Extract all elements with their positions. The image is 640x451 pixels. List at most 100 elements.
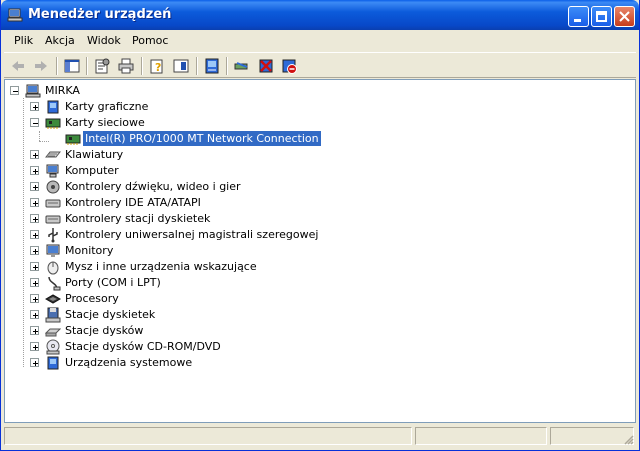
- menu-widok[interactable]: Widok: [87, 34, 121, 47]
- window-title: Menedżer urządzeń: [28, 7, 172, 22]
- usb-icon: [48, 228, 58, 243]
- collapse-toggle[interactable]: [10, 86, 19, 95]
- tree-item-klawiatury[interactable]: Klawiatury: [5, 147, 405, 163]
- expand-toggle[interactable]: [30, 182, 39, 191]
- disable-icon[interactable]: [280, 57, 298, 75]
- tree-item-intel-network[interactable]: Intel(R) PRO/1000 MT Network Connection: [5, 131, 405, 147]
- tree-item-porty[interactable]: Porty (COM i LPT): [5, 275, 405, 291]
- tree-item-kontrolery-stacji[interactable]: Kontrolery stacji dyskietek: [5, 211, 405, 227]
- tree-item-karty-graficzne[interactable]: Karty graficzne: [5, 99, 405, 115]
- processor-icon: [45, 294, 61, 304]
- status-pane-2: [415, 427, 547, 445]
- tree-item-label-selected: Intel(R) PRO/1000 MT Network Connection: [83, 131, 321, 146]
- tree-item-label: Karty graficzne: [65, 100, 149, 113]
- update-driver-icon[interactable]: [203, 57, 221, 75]
- maximize-button[interactable]: [591, 6, 612, 27]
- expand-toggle[interactable]: [30, 246, 39, 255]
- maximize-icon: [596, 11, 607, 22]
- tree-item-kontrolery-usb[interactable]: Kontrolery uniwersalnej magistrali szere…: [5, 227, 405, 243]
- print-icon[interactable]: [117, 57, 135, 75]
- close-icon: [619, 11, 630, 22]
- resize-grip-icon[interactable]: [622, 433, 634, 445]
- show-hide-tree-icon[interactable]: [63, 57, 81, 75]
- tree-root-label: MIRKA: [45, 84, 80, 97]
- tree-item-komputer[interactable]: Komputer: [5, 163, 405, 179]
- expand-toggle[interactable]: [30, 294, 39, 303]
- help-icon[interactable]: ?: [148, 57, 166, 75]
- tree-item-kontrolery-dzwieku[interactable]: Kontrolery dźwięku, wideo i gier: [5, 179, 405, 195]
- expand-toggle[interactable]: [30, 198, 39, 207]
- tree-item-kontrolery-ide[interactable]: Kontrolery IDE ATA/ATAPI: [5, 195, 405, 211]
- network-adapter-icon: [45, 118, 61, 129]
- device-tree[interactable]: MIRKA Karty graficzne Karty sieciowe Int…: [4, 79, 636, 423]
- menu-akcja[interactable]: Akcja: [45, 34, 75, 47]
- tree-item-label: Urządzenia systemowe: [65, 356, 193, 369]
- expand-toggle[interactable]: [30, 358, 39, 367]
- device-manager-app-icon: [7, 8, 23, 22]
- keyboard-icon: [45, 151, 61, 158]
- uninstall-icon[interactable]: [257, 57, 275, 75]
- network-card-icon: [65, 134, 81, 145]
- expand-toggle[interactable]: [30, 262, 39, 271]
- properties-icon[interactable]: [93, 57, 111, 75]
- tree-item-label: Klawiatury: [65, 148, 124, 161]
- close-button[interactable]: [614, 6, 635, 27]
- tree-item-stacje-dyskow[interactable]: Stacje dysków: [5, 323, 405, 339]
- floppy-controller-icon: [45, 215, 61, 224]
- tree-item-label: Komputer: [65, 164, 119, 177]
- toolbar-separator: [226, 57, 228, 75]
- tree-item-stacje-dyskietek[interactable]: Stacje dyskietek: [5, 307, 405, 323]
- expand-toggle[interactable]: [30, 278, 39, 287]
- tree-root-mirka[interactable]: MIRKA: [5, 83, 205, 99]
- menu-plik[interactable]: Plik: [14, 34, 33, 47]
- collapse-toggle[interactable]: [30, 118, 39, 127]
- tree-item-karty-sieciowe[interactable]: Karty sieciowe: [5, 115, 405, 131]
- tree-item-cdrom[interactable]: Stacje dysków CD-ROM/DVD: [5, 339, 405, 355]
- display-adapter-icon: [47, 100, 59, 114]
- tree-item-mysz[interactable]: Mysz i inne urządzenia wskazujące: [5, 259, 405, 275]
- menu-pomoc[interactable]: Pomoc: [132, 34, 168, 47]
- status-bar: [4, 425, 636, 447]
- tree-item-label: Procesory: [65, 292, 119, 305]
- expand-toggle[interactable]: [30, 166, 39, 175]
- view-icon[interactable]: [172, 57, 190, 75]
- toolbar-separator: [196, 57, 198, 75]
- expand-toggle[interactable]: [30, 102, 39, 111]
- svg-text:?: ?: [155, 61, 161, 74]
- minimize-icon: [574, 19, 581, 22]
- tree-item-label: Kontrolery uniwersalnej magistrali szere…: [65, 228, 319, 241]
- forward-icon[interactable]: [32, 57, 50, 75]
- tree-item-urzadzenia-systemowe[interactable]: Urządzenia systemowe: [5, 355, 405, 371]
- device-manager-window: Menedżer urządzeń Plik Akcja Widok Pomoc…: [0, 0, 640, 451]
- tree-item-label: Mysz i inne urządzenia wskazujące: [65, 260, 257, 273]
- tree-item-label: Stacje dysków: [65, 324, 144, 337]
- expand-toggle[interactable]: [30, 342, 39, 351]
- expand-toggle[interactable]: [30, 230, 39, 239]
- expand-toggle[interactable]: [30, 150, 39, 159]
- tree-item-procesory[interactable]: Procesory: [5, 291, 405, 307]
- toolbar-separator: [56, 57, 58, 75]
- disk-drive-icon: [45, 328, 61, 337]
- floppy-drive-icon: [45, 307, 61, 323]
- tree-item-label: Kontrolery dźwięku, wideo i gier: [65, 180, 241, 193]
- system-devices-icon: [47, 356, 59, 370]
- computer-icon: [25, 84, 41, 98]
- tree-item-label: Porty (COM i LPT): [65, 276, 161, 289]
- title-bar[interactable]: Menedżer urządzeń: [1, 0, 639, 30]
- expand-toggle[interactable]: [30, 310, 39, 319]
- menu-bar: Plik Akcja Widok Pomoc: [4, 31, 636, 51]
- minimize-button[interactable]: [568, 6, 589, 27]
- computer-icon: [46, 164, 59, 178]
- monitor-icon: [46, 244, 60, 257]
- cdrom-icon: [46, 339, 60, 355]
- tree-item-label: Stacje dysków CD-ROM/DVD: [65, 340, 221, 353]
- sound-icon: [46, 180, 60, 194]
- tree-item-monitory[interactable]: Monitory: [5, 243, 405, 259]
- tree-item-label: Kontrolery stacji dyskietek: [65, 212, 211, 225]
- scan-hardware-icon[interactable]: [233, 57, 251, 75]
- back-icon[interactable]: [9, 57, 27, 75]
- tree-item-label: Stacje dyskietek: [65, 308, 156, 321]
- tree-item-label: Kontrolery IDE ATA/ATAPI: [65, 196, 201, 209]
- expand-toggle[interactable]: [30, 326, 39, 335]
- expand-toggle[interactable]: [30, 214, 39, 223]
